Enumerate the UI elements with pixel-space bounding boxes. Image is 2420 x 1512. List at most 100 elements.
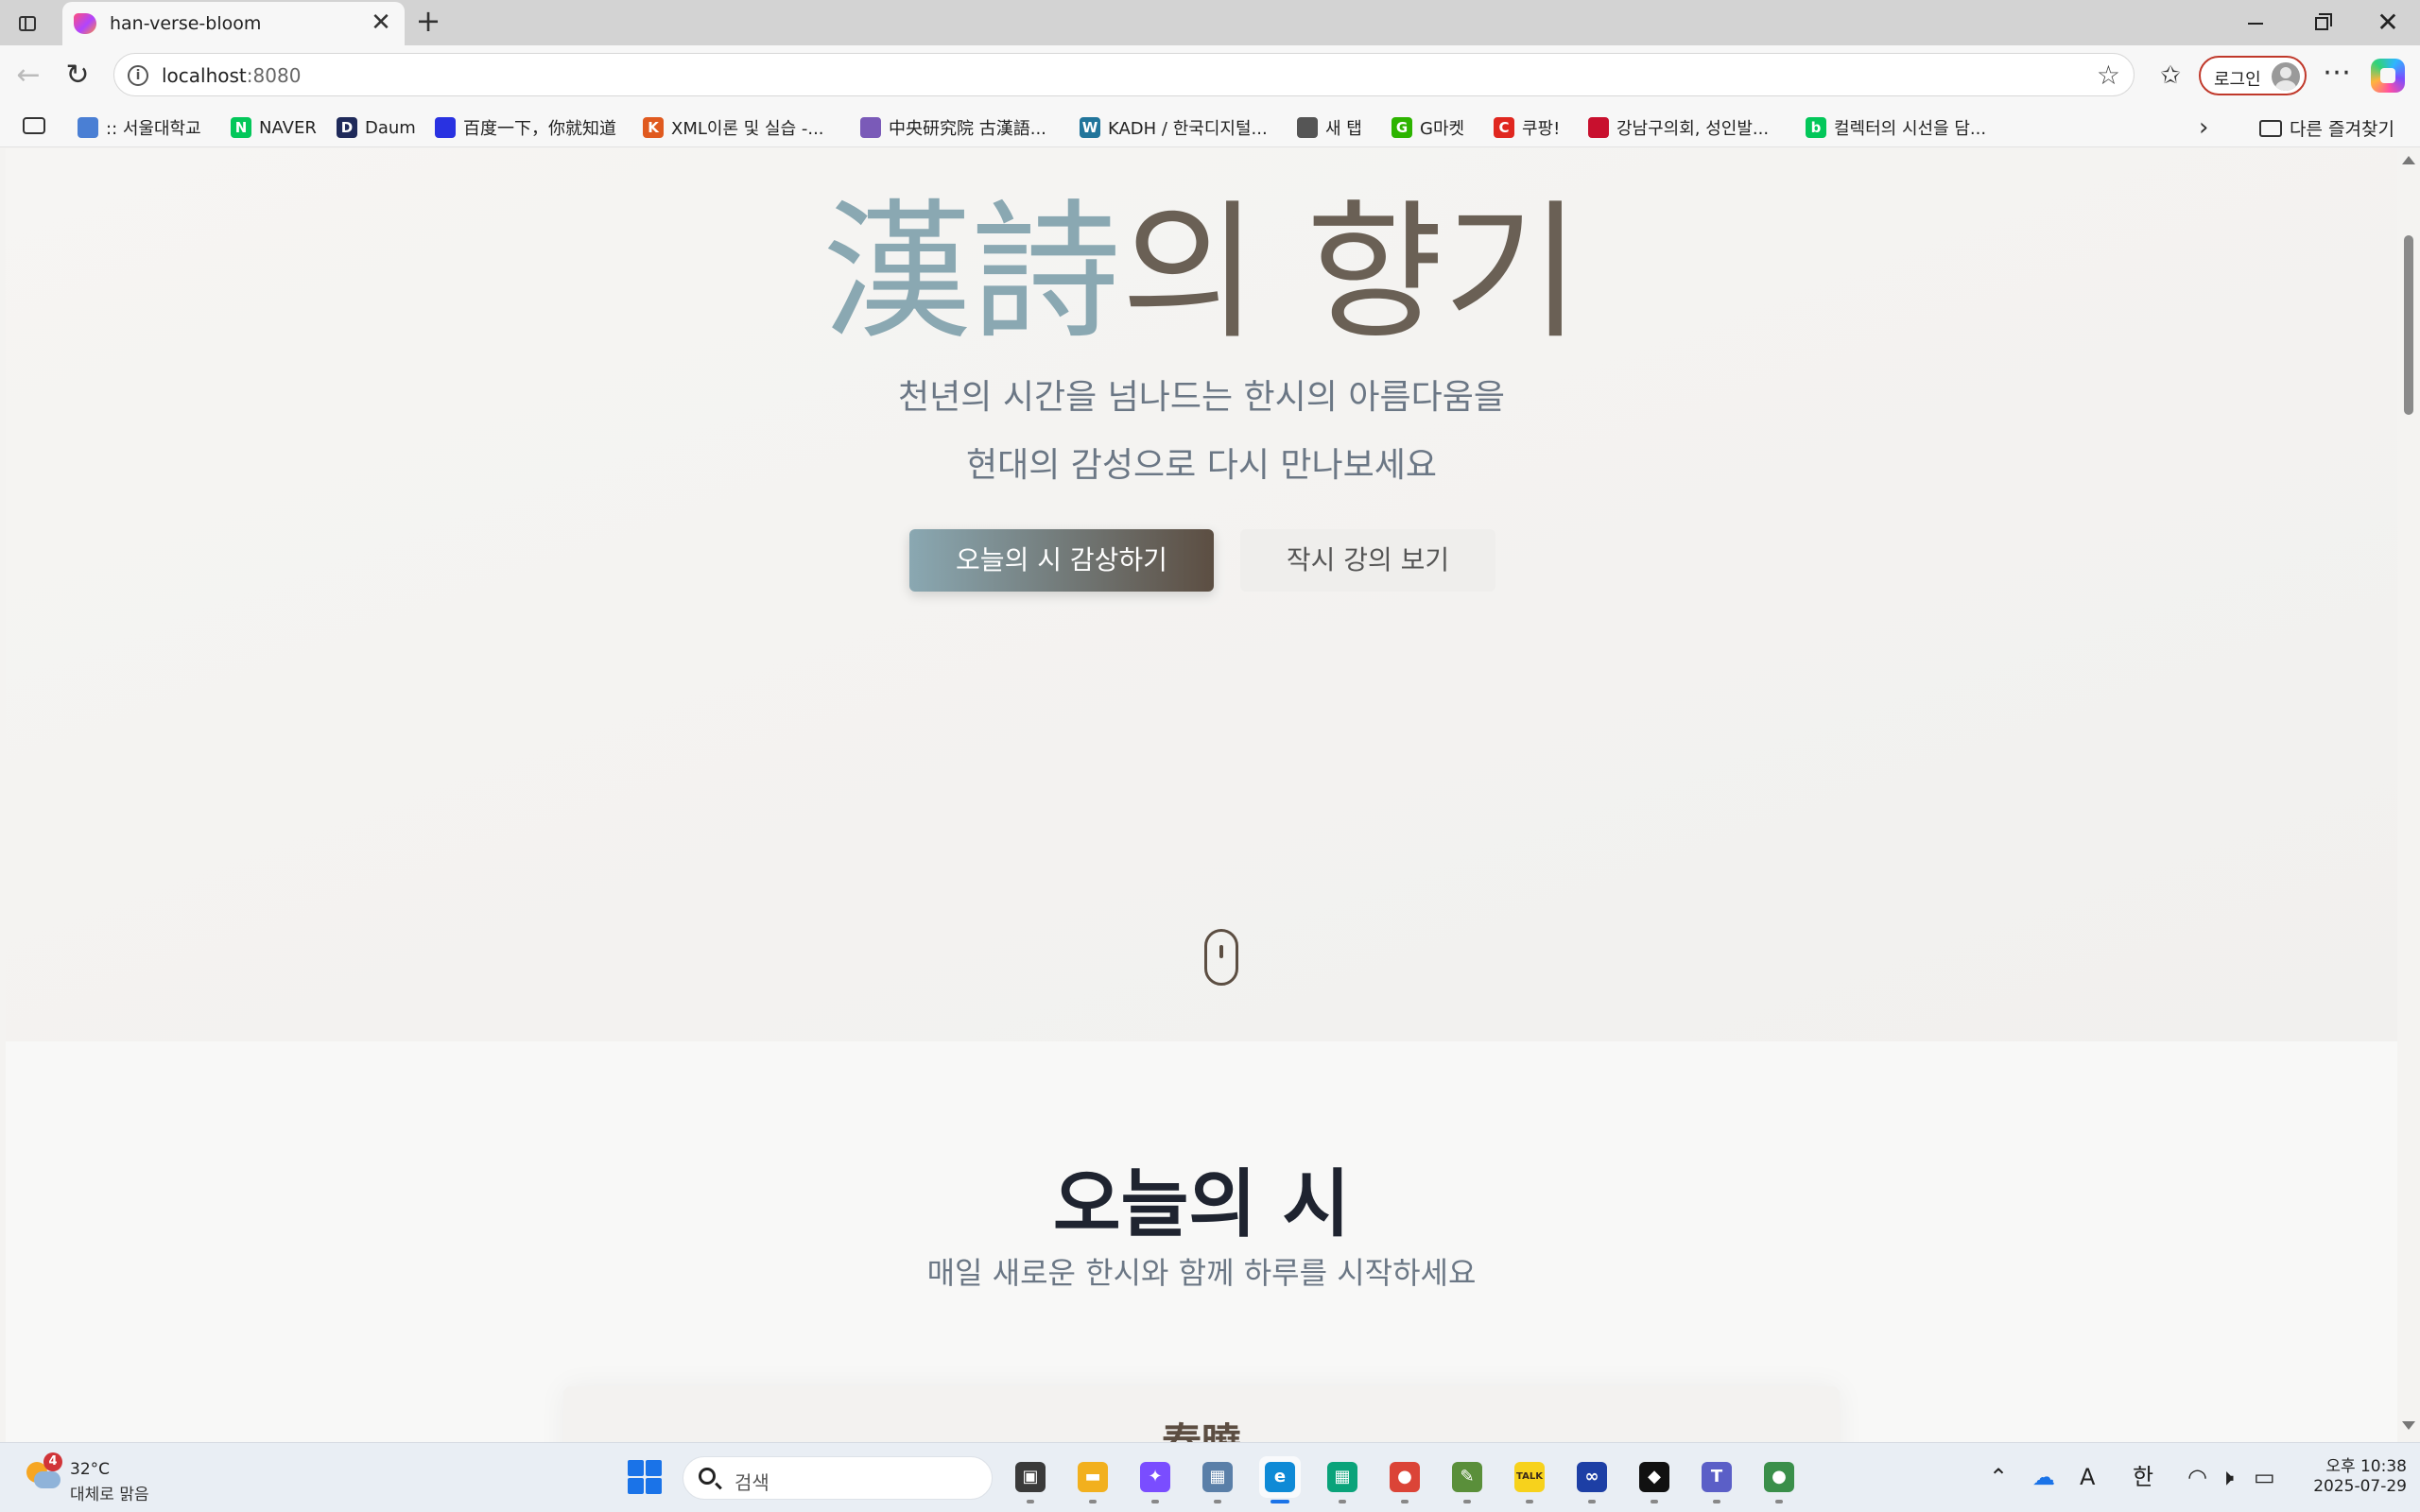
- bookmark-label: Daum: [365, 117, 416, 138]
- naver-icon: N: [231, 117, 251, 138]
- bookmark-item[interactable]: :: 서울대학교: [78, 115, 201, 140]
- windows-start-icon[interactable]: [628, 1460, 662, 1494]
- favorite-star-icon[interactable]: ☆: [2097, 60, 2120, 91]
- weather-temperature: 32°C: [70, 1460, 111, 1479]
- daum-icon: D: [337, 117, 357, 138]
- weather-widget[interactable]: 4 32°C 대체로 맑음: [25, 1452, 204, 1505]
- clock-date[interactable]: 2025-07-29: [2307, 1477, 2407, 1496]
- bookmark-label: 강남구의회, 성인발...: [1616, 119, 1770, 139]
- copilot-icon[interactable]: [2371, 59, 2405, 93]
- chevron-right-icon[interactable]: ›: [2199, 113, 2208, 142]
- taskbar-search[interactable]: 검색: [683, 1456, 993, 1500]
- chrome-profile-icon[interactable]: ●: [1758, 1456, 1800, 1503]
- login-button[interactable]: 로그인: [2199, 56, 2307, 95]
- url-port: :8080: [246, 64, 302, 87]
- capcut-icon[interactable]: ◆: [1634, 1456, 1675, 1503]
- sidebar-toggle-icon[interactable]: [13, 9, 42, 36]
- snu-icon: [78, 117, 98, 138]
- bookmark-label: 컬렉터의 시선을 담...: [1834, 119, 1987, 139]
- bookmark-item[interactable]: b 컬렉터의 시선을 담...: [1806, 115, 1986, 140]
- running-indicator: [1588, 1500, 1596, 1503]
- restore-icon[interactable]: [2303, 8, 2341, 38]
- favorites-icon[interactable]: ✩: [2153, 59, 2187, 93]
- kakaotalk-glyph: TALK: [1514, 1462, 1545, 1492]
- edge-icon[interactable]: e: [1259, 1456, 1301, 1503]
- scroll-down-icon[interactable]: [2402, 1421, 2415, 1430]
- ime-mode-icon[interactable]: A: [2080, 1460, 2095, 1494]
- chrome-icon[interactable]: ●: [1384, 1456, 1426, 1503]
- browser-toolbar: ← ↻ i localhost:8080 ☆ ✩ 로그인 ⋯: [0, 45, 2420, 108]
- running-indicator: [1089, 1500, 1097, 1503]
- site-info-icon[interactable]: i: [128, 65, 148, 86]
- window-close-icon[interactable]: ✕: [2369, 8, 2407, 38]
- composition-lecture-button[interactable]: 작시 강의 보기: [1240, 529, 1495, 592]
- search-icon: [699, 1468, 716, 1485]
- calculator-grid-icon[interactable]: ▦: [1322, 1456, 1363, 1503]
- running-indicator: [1713, 1500, 1720, 1503]
- reload-icon[interactable]: ↻: [60, 59, 95, 93]
- bookmark-label: NAVER: [259, 117, 317, 138]
- section-title: 오늘의 시: [1052, 1161, 1351, 1247]
- other-favorites-folder[interactable]: 다른 즐겨찾기: [2259, 115, 2394, 141]
- task-view-icon[interactable]: ▣: [1010, 1456, 1051, 1503]
- close-tab-icon[interactable]: ✕: [369, 10, 393, 35]
- minimize-icon[interactable]: [2237, 8, 2274, 38]
- wifi-icon[interactable]: ◠: [2187, 1460, 2207, 1494]
- bookmarks-bar: :: 서울대학교 N NAVER D Daum 百度一下，你就知道 K XML이론 및…: [0, 108, 2420, 147]
- bookmark-item[interactable]: 百度一下，你就知道: [435, 115, 616, 140]
- running-indicator: [1463, 1500, 1471, 1503]
- bookmark-item[interactable]: G G마켓: [1392, 115, 1464, 140]
- weather-condition: 대체로 맑음: [70, 1486, 149, 1504]
- copilot-app-icon[interactable]: ✦: [1134, 1456, 1176, 1503]
- battery-icon[interactable]: ▭: [2254, 1460, 2275, 1494]
- photo-viewer-icon[interactable]: ▦: [1197, 1456, 1238, 1503]
- file-explorer-icon[interactable]: ▬: [1072, 1456, 1114, 1503]
- running-indicator: [1526, 1500, 1533, 1503]
- collections-icon[interactable]: [23, 117, 45, 134]
- copilot-app-glyph: ✦: [1140, 1462, 1170, 1492]
- volume-muted-icon[interactable]: 🕨: [2220, 1460, 2234, 1494]
- clock-time[interactable]: 오후 10:38: [2307, 1452, 2407, 1476]
- more-menu-icon[interactable]: ⋯: [2320, 59, 2354, 93]
- address-url[interactable]: localhost:8080: [162, 64, 301, 87]
- bookmark-item[interactable]: D Daum: [337, 115, 416, 140]
- webex-icon[interactable]: ∞: [1571, 1456, 1613, 1503]
- page-scrollbar[interactable]: [2397, 148, 2420, 1442]
- today-poem-section: 오늘의 시 매일 새로운 한시와 함께 하루를 시작하세요 春曉: [6, 1041, 2397, 1442]
- read-today-poem-button[interactable]: 오늘의 시 감상하기: [909, 529, 1214, 592]
- running-indicator: [1401, 1500, 1409, 1503]
- onedrive-icon[interactable]: ☁: [2032, 1460, 2055, 1494]
- teams-icon[interactable]: T: [1696, 1456, 1737, 1503]
- running-indicator: [1775, 1500, 1783, 1503]
- bookmark-label: G마켓: [1420, 119, 1465, 139]
- bookmark-item[interactable]: N NAVER: [231, 115, 317, 140]
- task-view-glyph: ▣: [1015, 1462, 1046, 1492]
- new-tab-button[interactable]: +: [412, 6, 444, 38]
- photo-viewer-glyph: ▦: [1202, 1462, 1233, 1492]
- gangnam-icon: [1588, 117, 1609, 138]
- notepad-icon[interactable]: ✎: [1446, 1456, 1488, 1503]
- wordpress-icon: W: [1080, 117, 1100, 138]
- folder-icon: [2259, 119, 2282, 137]
- scroll-up-icon[interactable]: [2402, 156, 2415, 164]
- ime-hangul-icon[interactable]: 한: [2133, 1460, 2153, 1494]
- bookmark-label: 百度一下，你就知道: [463, 119, 616, 139]
- running-indicator: [1651, 1500, 1658, 1503]
- browser-tab[interactable]: han-verse-bloom ✕: [62, 2, 405, 45]
- tray-overflow-icon[interactable]: ⌃: [1989, 1460, 2008, 1494]
- teams-glyph: T: [1702, 1462, 1732, 1492]
- bookmark-item[interactable]: 中央研究院 古漢語...: [860, 115, 1046, 140]
- bookmark-item[interactable]: C 쿠팡!: [1494, 115, 1560, 140]
- bookmark-item[interactable]: 강남구의회, 성인발...: [1588, 115, 1769, 140]
- capcut-glyph: ◆: [1639, 1462, 1669, 1492]
- poem-card[interactable]: 春曉: [563, 1386, 1840, 1442]
- bookmark-item[interactable]: K XML이론 및 실습 -...: [643, 115, 824, 140]
- kakaotalk-icon[interactable]: TALK: [1509, 1456, 1550, 1503]
- scrollbar-thumb[interactable]: [2404, 235, 2413, 415]
- address-bar[interactable]: i localhost:8080 ☆: [113, 53, 2135, 96]
- bookmark-item[interactable]: W KADH / 한국디지털...: [1080, 115, 1268, 140]
- back-arrow-icon[interactable]: ←: [11, 59, 45, 93]
- bookmark-item[interactable]: 새 탭: [1297, 115, 1362, 140]
- poem-title: 春曉: [563, 1411, 1840, 1442]
- scroll-mouse-icon[interactable]: [1204, 929, 1238, 986]
